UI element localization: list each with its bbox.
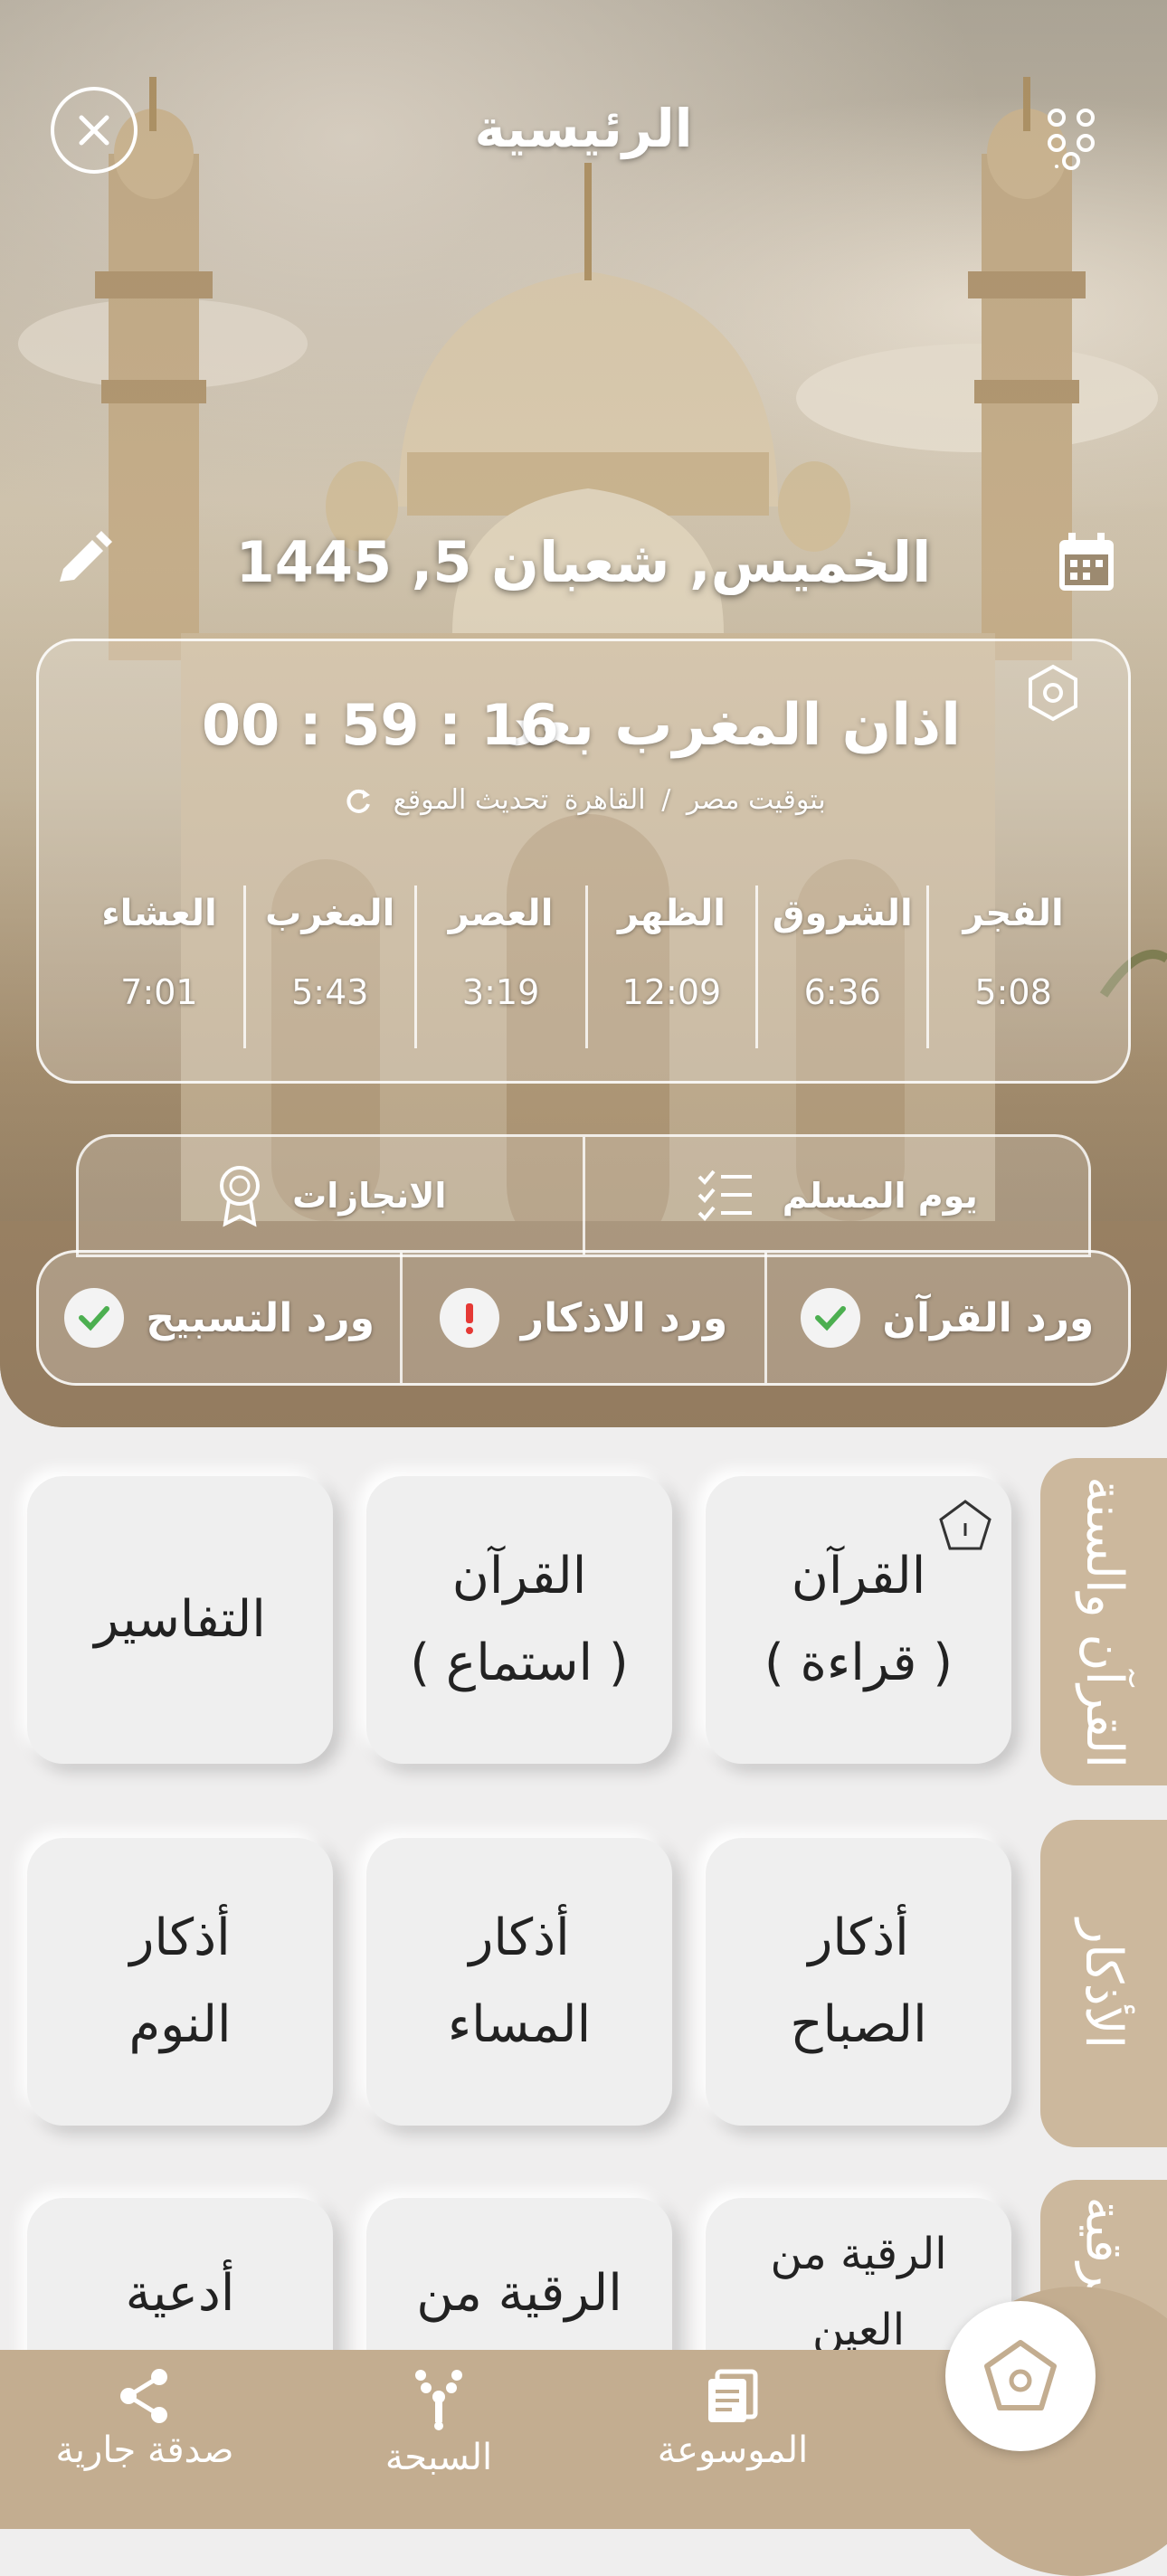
prayer-times-card: اذان المغرب بعد 00 : 59 : 16 بتوقيت مصر … — [36, 639, 1131, 1084]
prayer-time: 12:09 — [621, 972, 722, 1012]
share-icon — [120, 2369, 167, 2423]
tab-muslim-day[interactable]: يوم المسلم — [585, 1137, 1089, 1255]
wird-tabs: ورد القرآن ورد الاذكار ورد التسبيح — [36, 1250, 1131, 1386]
tile-title: التفاسير — [94, 1590, 266, 1649]
tab-label: يوم المسلم — [782, 1176, 978, 1216]
prayer-time: 3:19 — [461, 972, 540, 1012]
prayer-time: 7:01 — [120, 972, 198, 1012]
hero-banner: الرئيسية الخميس, شعبان 5, 1445 اذان المغ… — [0, 0, 1167, 1427]
tile-title: القرآن — [791, 1547, 926, 1605]
completed-badge — [801, 1288, 861, 1348]
exclamation-icon — [465, 1303, 473, 1334]
tab-label: ورد التسبيح — [146, 1294, 375, 1341]
pentagon-badge-icon — [939, 1500, 991, 1550]
tile-title: أذكار — [469, 1908, 570, 1967]
tile-title: الرقية من — [416, 2264, 622, 2323]
city-label: القاهرة — [564, 784, 646, 816]
tab-label: الانجازات — [292, 1176, 447, 1216]
calendar-icon — [1059, 533, 1114, 591]
dots-grid-icon — [1048, 109, 1095, 170]
nav-label: الموسوعة — [657, 2429, 809, 2471]
tile-tafasir[interactable]: التفاسير — [27, 1476, 333, 1764]
pentagon-home-icon — [984, 2340, 1057, 2410]
prayer-sunrise: الشروق 6:36 — [758, 886, 930, 1048]
tile-title: الرقية من — [770, 2229, 947, 2279]
prayer-maghrib: المغرب 5:43 — [246, 886, 417, 1048]
prayer-times-row: الفجر 5:08 الشروق 6:36 الظهر 12:09 العصر… — [75, 886, 1097, 1048]
nav-label: السبحة — [384, 2437, 493, 2478]
refresh-icon[interactable] — [343, 786, 374, 817]
location-row: بتوقيت مصر / القاهرة تحديث الموقع — [39, 784, 1134, 817]
tab-wird-adhkar[interactable]: ورد الاذكار — [403, 1253, 767, 1383]
tile-quran-listening[interactable]: القرآن ( استماع ) — [366, 1476, 672, 1764]
section-tab-quran[interactable]: القرآن والسنة — [1040, 1458, 1167, 1785]
prayer-name: الظهر — [617, 893, 726, 934]
checkmark-icon — [79, 1306, 110, 1331]
tile-title: القرآن — [451, 1547, 587, 1605]
prayer-name: الفجر — [963, 893, 1064, 934]
refresh-location-link[interactable]: تحديث الموقع — [394, 784, 548, 816]
hexagon-settings-icon — [1029, 664, 1077, 722]
checklist-icon — [697, 1170, 752, 1221]
location-separator: / — [661, 784, 671, 816]
prayer-time: 6:36 — [803, 972, 881, 1012]
calendar-button[interactable] — [1054, 529, 1119, 594]
prayer-time: 5:08 — [974, 972, 1052, 1012]
tile-subtitle: المساء — [447, 1995, 592, 2054]
prayer-time: 5:43 — [291, 972, 369, 1012]
nav-encyclopedia[interactable]: الموسوعة — [624, 2368, 841, 2471]
tab-label: ورد القرآن — [882, 1294, 1095, 1341]
tile-morning-adhkar[interactable]: أذكار الصباح — [706, 1838, 1011, 2126]
day-tabs: يوم المسلم الانجازات — [76, 1134, 1091, 1257]
tile-title: أذكار — [129, 1908, 231, 1967]
adhan-countdown: 00 : 59 : 16 — [202, 692, 559, 758]
section-tab-adhkar[interactable]: الأذكار — [1040, 1820, 1167, 2147]
hijri-date: الخميس, شعبان 5, 1445 — [235, 529, 932, 595]
nav-tasbeeh[interactable]: السبحة — [330, 2368, 547, 2478]
completed-badge — [64, 1288, 125, 1348]
timezone-label: بتوقيت مصر — [686, 784, 826, 816]
tab-wird-quran[interactable]: ورد القرآن — [767, 1253, 1128, 1383]
tile-subtitle: ( قراءة ) — [764, 1634, 954, 1692]
tile-title: أذكار — [808, 1908, 909, 1967]
tile-title: أدعية — [125, 2264, 235, 2323]
nav-label: صدقة جارية — [55, 2429, 234, 2471]
pending-badge — [439, 1288, 499, 1348]
prayer-name: العصر — [448, 893, 554, 934]
tile-quran-reading[interactable]: القرآن ( قراءة ) — [706, 1476, 1011, 1764]
prayer-asr: العصر 3:19 — [417, 886, 588, 1048]
tile-sleep-adhkar[interactable]: أذكار النوم — [27, 1838, 333, 2126]
date-row: الخميس, شعبان 5, 1445 — [0, 529, 1167, 601]
tab-label: ورد الاذكار — [520, 1294, 728, 1341]
page-title: الرئيسية — [474, 98, 693, 159]
section-label: القرآن والسنة — [1074, 1475, 1134, 1768]
prayer-fajr: الفجر 5:08 — [929, 886, 1097, 1048]
prayer-beads-icon — [415, 2370, 462, 2430]
tile-subtitle: النوم — [128, 1995, 232, 2054]
tile-evening-adhkar[interactable]: أذكار المساء — [366, 1838, 672, 2126]
prayer-name: الشروق — [772, 893, 913, 934]
award-icon — [220, 1166, 261, 1227]
checkmark-icon — [815, 1306, 847, 1331]
prayer-name: المغرب — [265, 893, 395, 934]
tile-subtitle: الصباح — [790, 1995, 927, 2054]
book-stack-icon — [708, 2369, 758, 2422]
tile-subtitle: ( استماع ) — [410, 1634, 629, 1692]
nav-charity[interactable]: صدقة جارية — [36, 2368, 253, 2471]
next-adhan-label: اذان المغرب بعد — [506, 692, 961, 759]
tab-achievements[interactable]: الانجازات — [79, 1137, 585, 1255]
home-button[interactable] — [945, 2301, 1096, 2451]
prayer-dhuhr: الظهر 12:09 — [588, 886, 759, 1048]
prayer-isha: العشاء 7:01 — [75, 886, 246, 1048]
apps-menu-button[interactable] — [1040, 107, 1104, 170]
section-label: الأذكار — [1074, 1918, 1134, 2049]
prayer-name: العشاء — [101, 893, 217, 934]
settings-button[interactable] — [1023, 663, 1083, 723]
tab-wird-tasbeeh[interactable]: ورد التسبيح — [39, 1253, 403, 1383]
